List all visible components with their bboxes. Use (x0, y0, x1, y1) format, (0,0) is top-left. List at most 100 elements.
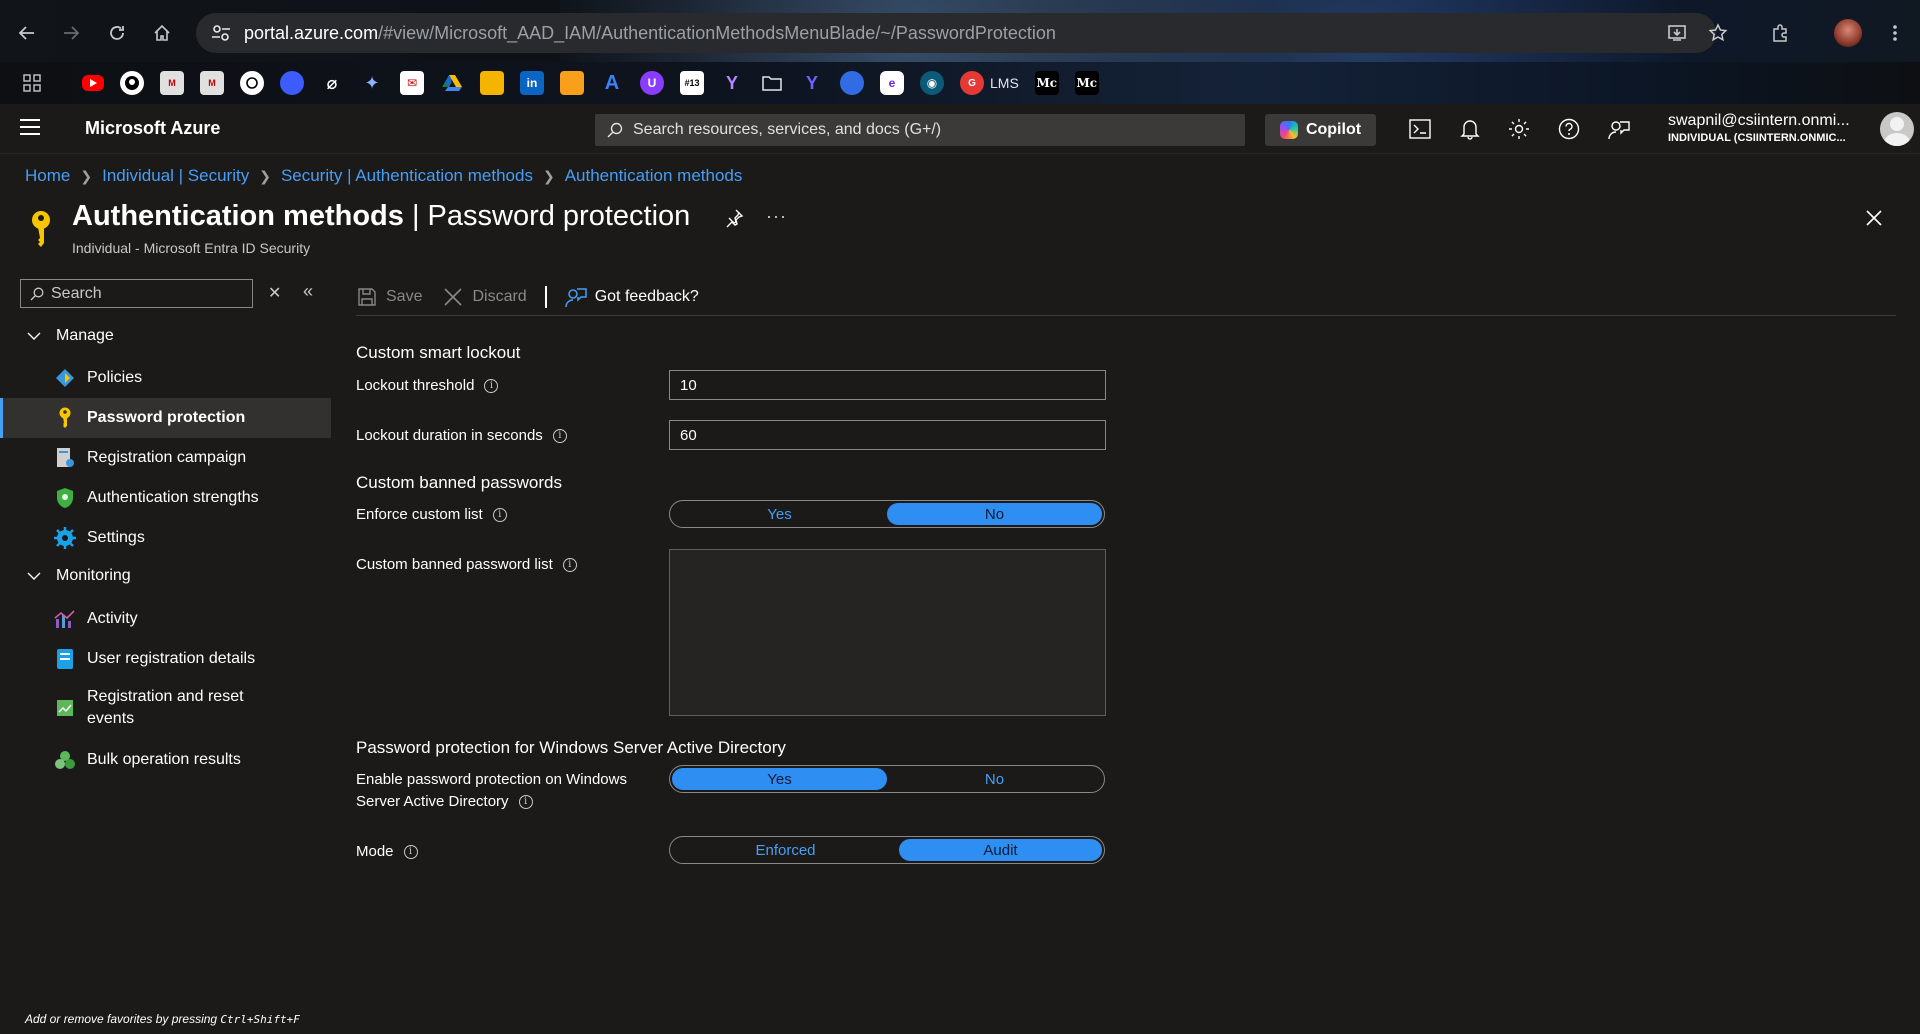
breadcrumb-auth-methods[interactable]: Authentication methods (565, 166, 743, 186)
enable-ad-protection-toggle[interactable]: Yes No (669, 765, 1105, 793)
nav-item-label: Password protection (87, 409, 246, 426)
site-info-icon[interactable] (210, 23, 232, 43)
eye-icon[interactable]: ◉ (920, 71, 944, 95)
mode-enforced-option[interactable]: Enforced (672, 839, 899, 861)
info-icon[interactable]: i (562, 558, 577, 572)
medium-icon-2[interactable]: Mc (1074, 71, 1099, 95)
gmail-icon-2[interactable]: M (200, 71, 224, 95)
feedback-icon[interactable] (1606, 116, 1632, 142)
yahoo-icon[interactable]: Y (720, 71, 744, 95)
bookmark-lms-label[interactable]: LMS (990, 75, 1019, 91)
bookmark-star-icon[interactable] (1703, 18, 1733, 48)
info-icon[interactable]: i (492, 508, 507, 522)
save-button[interactable]: Save (356, 286, 422, 308)
help-icon[interactable] (1556, 116, 1582, 142)
drive-icon[interactable] (440, 71, 464, 95)
gemini-icon[interactable]: ✦ (360, 71, 384, 95)
nav-item-label: Settings (87, 529, 145, 546)
mode-audit-option[interactable]: Audit (899, 839, 1102, 861)
browser-menu-icon[interactable] (1880, 18, 1910, 48)
page-title: Authentication methods | Password protec… (72, 200, 690, 233)
copilot-button[interactable]: Copilot (1265, 114, 1376, 146)
banned-password-list-textarea[interactable] (669, 549, 1106, 716)
chatgpt-icon[interactable] (240, 71, 264, 95)
u-icon[interactable]: U (640, 71, 664, 95)
azure-icon[interactable]: A (600, 71, 624, 95)
lockout-duration-input[interactable]: 60 (669, 420, 1106, 450)
folder-icon[interactable] (760, 71, 784, 95)
linkedin-icon[interactable]: in (520, 71, 544, 95)
user-details-icon (54, 648, 76, 670)
vercel-y-icon[interactable]: Y (800, 71, 824, 95)
slash-icon[interactable]: ⌀ (320, 71, 344, 95)
pin-icon[interactable] (724, 208, 746, 230)
nav-item-authentication-strengths[interactable]: Authentication strengths (0, 478, 331, 518)
ad-yes-option[interactable]: Yes (672, 768, 887, 790)
collapse-menu-icon[interactable]: « (303, 281, 313, 302)
settings-gear-icon[interactable] (1506, 116, 1532, 142)
ad-no-option[interactable]: No (887, 768, 1102, 790)
info-icon[interactable]: i (552, 429, 567, 443)
portal-menu-icon[interactable] (20, 119, 40, 137)
info-icon[interactable]: i (518, 795, 533, 809)
brand-title[interactable]: Microsoft Azure (85, 118, 220, 139)
nav-item-password-protection[interactable]: Password protection (0, 398, 331, 438)
breadcrumb-security-auth-methods[interactable]: Security | Authentication methods (281, 166, 533, 186)
nav-search-input[interactable]: Search (20, 279, 253, 308)
discard-button[interactable]: Discard (442, 286, 527, 308)
back-icon[interactable] (12, 18, 42, 48)
gmail-icon[interactable]: M (160, 71, 184, 95)
lockout-threshold-input[interactable]: 10 (669, 370, 1106, 400)
nav-item-activity[interactable]: Activity (0, 599, 331, 639)
avatar[interactable] (1880, 112, 1914, 146)
mode-toggle[interactable]: Enforced Audit (669, 836, 1105, 864)
apps-grid-icon[interactable] (20, 71, 44, 95)
mail-icon[interactable]: ✉ (400, 71, 424, 95)
classroom-icon[interactable] (480, 71, 504, 95)
github-icon[interactable] (120, 71, 144, 95)
feedback-button[interactable]: Got feedback? (564, 286, 699, 308)
more-options-icon[interactable]: ··· (766, 206, 787, 227)
slack-number-icon[interactable]: #13 (680, 71, 704, 95)
close-icon[interactable] (1864, 208, 1886, 230)
nav-item-settings[interactable]: Settings (0, 518, 331, 558)
enforce-yes-option[interactable]: Yes (672, 503, 887, 525)
info-icon[interactable]: i (484, 379, 499, 393)
global-search-input[interactable]: Search resources, services, and docs (G+… (595, 114, 1245, 146)
enforce-custom-list-toggle[interactable]: Yes No (669, 500, 1105, 528)
nav-item-label: User registration details (87, 650, 256, 667)
account-manager[interactable]: swapnil@csiintern.onmi... INDIVIDUAL (CS… (1668, 112, 1850, 144)
browser-profile-avatar[interactable] (1834, 19, 1862, 47)
kubernetes-icon[interactable] (840, 71, 864, 95)
nav-item-bulk-operation-results[interactable]: Bulk operation results (0, 740, 331, 780)
breadcrumb-individual-security[interactable]: Individual | Security (102, 166, 249, 186)
nav-item-policies[interactable]: Policies (0, 358, 331, 398)
nav-item-registration-campaign[interactable]: Registration campaign (0, 438, 331, 478)
clear-search-icon[interactable]: ✕ (268, 283, 281, 303)
e-icon[interactable]: e (880, 71, 904, 95)
forward-icon[interactable] (56, 18, 86, 48)
activity-chart-icon (54, 608, 76, 630)
install-app-icon[interactable] (1662, 18, 1692, 48)
extension-bookmark-icon[interactable] (280, 71, 304, 95)
lockout-duration-label: Lockout duration in seconds i (356, 425, 567, 447)
nav-group-monitoring[interactable]: Monitoring (26, 567, 131, 585)
reload-icon[interactable] (102, 18, 132, 48)
hexagon-icon[interactable] (560, 71, 584, 95)
nav-item-registration-reset-events[interactable]: Registration and reset events (0, 681, 331, 735)
breadcrumb-home[interactable]: Home (25, 166, 70, 186)
cloud-shell-icon[interactable] (1407, 116, 1433, 142)
home-icon[interactable] (147, 18, 177, 48)
enforce-no-option[interactable]: No (887, 503, 1102, 525)
lms-icon[interactable]: G (960, 71, 984, 95)
youtube-icon[interactable] (82, 75, 104, 91)
medium-icon[interactable]: Mc (1034, 71, 1059, 95)
notifications-bell-icon[interactable] (1457, 116, 1483, 142)
nav-item-user-registration-details[interactable]: User registration details (0, 639, 331, 679)
nav-group-manage[interactable]: Manage (26, 327, 114, 345)
info-icon[interactable]: i (403, 845, 418, 859)
bookmark-mc-label-2: Mc (1076, 76, 1098, 90)
settings-gear-icon (54, 527, 76, 549)
address-bar[interactable]: portal.azure.com/#view/Microsoft_AAD_IAM… (196, 13, 1716, 53)
extensions-icon[interactable] (1766, 18, 1796, 48)
